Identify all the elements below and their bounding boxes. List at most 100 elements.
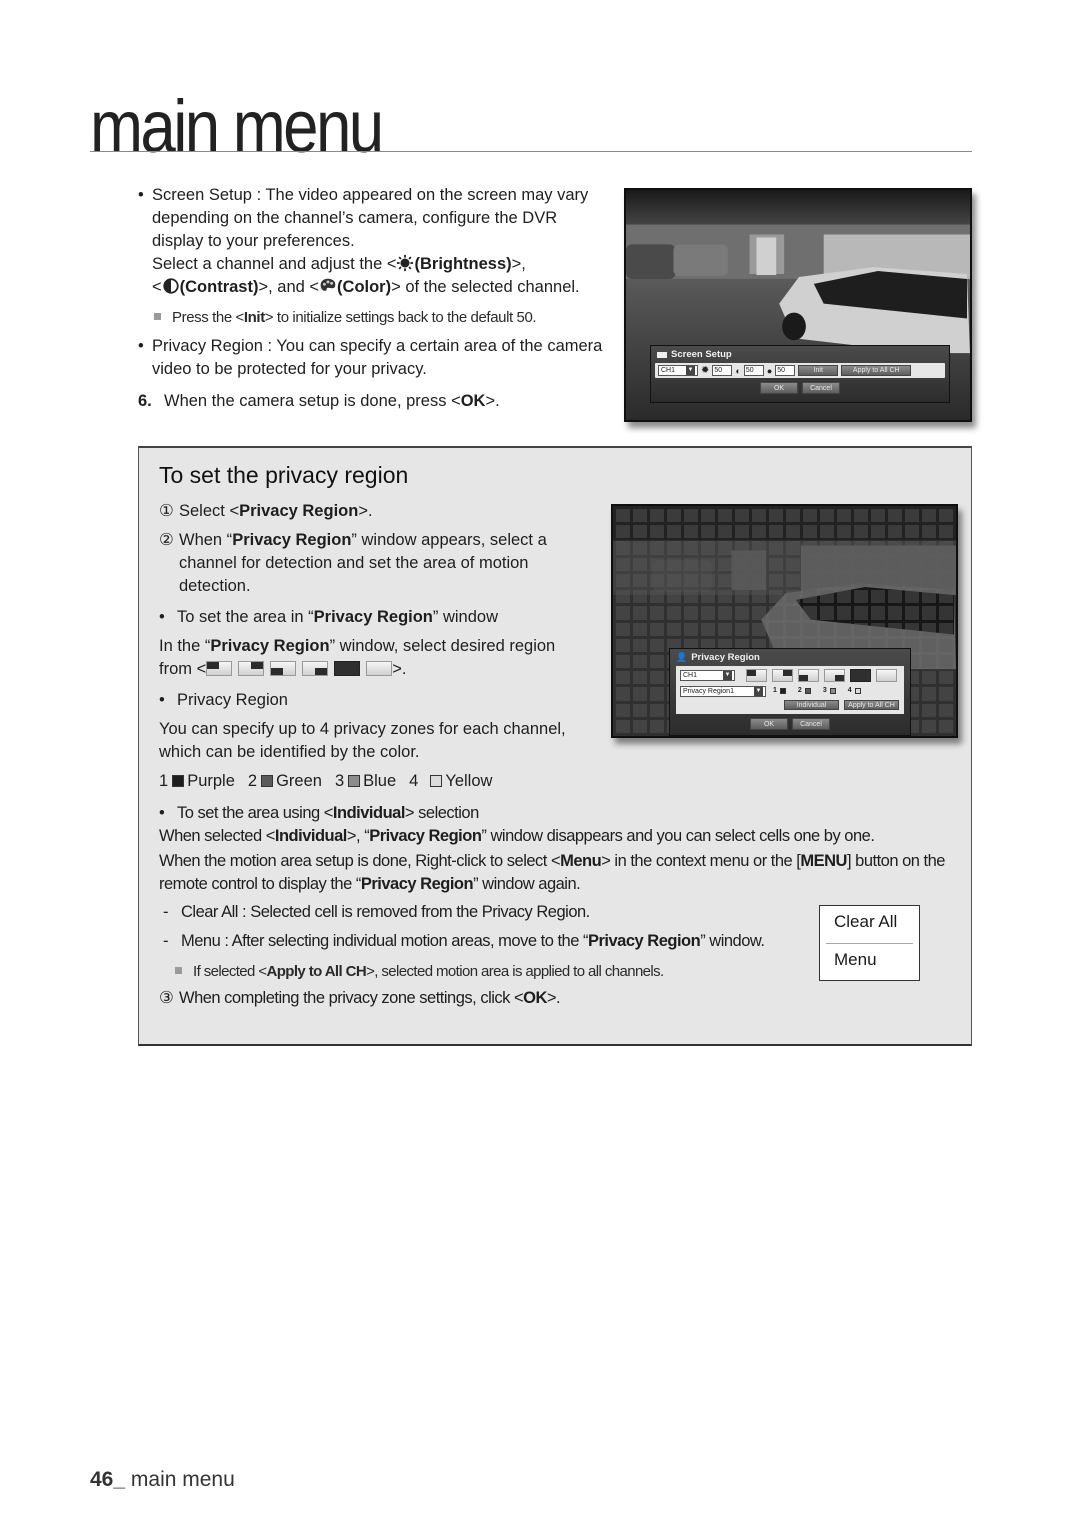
privacy-grid-cell[interactable] xyxy=(922,622,936,636)
privacy-grid-cell[interactable] xyxy=(939,671,953,685)
privacy-grid-cell[interactable] xyxy=(667,622,681,636)
privacy-grid-cell[interactable] xyxy=(786,573,800,588)
individual-button[interactable]: Individual xyxy=(784,700,839,710)
region-top-left-button[interactable] xyxy=(746,669,767,682)
privacy-grid-cell[interactable] xyxy=(939,687,953,701)
ok-button[interactable]: OK xyxy=(760,382,798,394)
privacy-grid-cell[interactable] xyxy=(769,622,783,636)
privacy-grid-cell[interactable] xyxy=(939,719,953,733)
privacy-grid-cell[interactable] xyxy=(650,590,664,604)
privacy-grid-cell[interactable] xyxy=(939,654,953,669)
privacy-grid-cell[interactable] xyxy=(922,687,936,701)
privacy-grid-cell[interactable] xyxy=(684,509,698,523)
privacy-grid-cell[interactable] xyxy=(684,622,698,636)
privacy-grid-cell[interactable] xyxy=(939,638,953,652)
privacy-grid-cell[interactable] xyxy=(922,703,936,717)
privacy-grid-cell[interactable] xyxy=(939,525,953,539)
privacy-grid-cell[interactable] xyxy=(837,606,851,620)
privacy-grid-cell[interactable] xyxy=(616,525,630,539)
context-menu-item-clear-all[interactable]: Clear All xyxy=(820,906,919,943)
privacy-grid-cell[interactable] xyxy=(667,541,681,555)
privacy-grid-cell[interactable] xyxy=(735,622,749,636)
privacy-grid-cell[interactable] xyxy=(633,622,647,636)
privacy-grid-cell[interactable] xyxy=(735,525,749,539)
privacy-grid-cell[interactable] xyxy=(854,509,868,523)
privacy-grid-cell[interactable] xyxy=(803,525,817,539)
privacy-grid-cell[interactable] xyxy=(854,573,868,588)
privacy-grid-cell[interactable] xyxy=(650,703,664,717)
privacy-grid-cell[interactable] xyxy=(803,622,817,636)
privacy-grid-cell[interactable] xyxy=(752,557,766,571)
privacy-grid-cell[interactable] xyxy=(684,541,698,555)
privacy-grid-cell[interactable] xyxy=(718,606,732,620)
privacy-grid-cell[interactable] xyxy=(820,541,834,555)
privacy-grid-cell[interactable] xyxy=(871,573,885,588)
privacy-grid-cell[interactable] xyxy=(888,590,902,604)
privacy-grid-cell[interactable] xyxy=(939,606,953,620)
privacy-grid-cell[interactable] xyxy=(633,509,647,523)
channel-select[interactable]: CH1 ▼ xyxy=(680,670,735,681)
privacy-grid-cell[interactable] xyxy=(752,622,766,636)
privacy-grid-cell[interactable] xyxy=(939,622,953,636)
privacy-grid-cell[interactable] xyxy=(633,590,647,604)
privacy-grid-cell[interactable] xyxy=(616,573,630,588)
privacy-grid-cell[interactable] xyxy=(650,573,664,588)
privacy-grid-cell[interactable] xyxy=(939,590,953,604)
privacy-grid-cell[interactable] xyxy=(786,557,800,571)
privacy-grid-cell[interactable] xyxy=(820,590,834,604)
privacy-grid-cell[interactable] xyxy=(888,557,902,571)
privacy-grid-cell[interactable] xyxy=(667,590,681,604)
privacy-grid-cell[interactable] xyxy=(633,703,647,717)
privacy-grid-cell[interactable] xyxy=(820,557,834,571)
privacy-grid-cell[interactable] xyxy=(633,719,647,733)
privacy-grid-cell[interactable] xyxy=(854,606,868,620)
privacy-grid-cell[interactable] xyxy=(701,573,715,588)
privacy-grid-cell[interactable] xyxy=(769,606,783,620)
privacy-grid-cell[interactable] xyxy=(752,573,766,588)
color-spinner[interactable]: 50 xyxy=(775,365,796,376)
privacy-grid-cell[interactable] xyxy=(786,590,800,604)
privacy-grid-cell[interactable] xyxy=(888,622,902,636)
privacy-grid-cell[interactable] xyxy=(718,509,732,523)
privacy-grid-cell[interactable] xyxy=(939,573,953,588)
privacy-grid-cell[interactable] xyxy=(752,509,766,523)
apply-to-all-ch-button[interactable]: Apply to All CH xyxy=(841,365,912,376)
privacy-grid-cell[interactable] xyxy=(922,590,936,604)
privacy-grid-cell[interactable] xyxy=(854,525,868,539)
privacy-grid-cell[interactable] xyxy=(871,606,885,620)
privacy-grid-cell[interactable] xyxy=(854,590,868,604)
privacy-grid-cell[interactable] xyxy=(922,525,936,539)
privacy-grid-cell[interactable] xyxy=(803,573,817,588)
privacy-grid-cell[interactable] xyxy=(905,541,919,555)
privacy-grid-cell[interactable] xyxy=(769,525,783,539)
privacy-grid-cell[interactable] xyxy=(905,573,919,588)
privacy-region-select[interactable]: Privacy Region1 ▼ xyxy=(680,686,766,697)
privacy-grid-cell[interactable] xyxy=(650,525,664,539)
privacy-grid-cell[interactable] xyxy=(616,606,630,620)
cancel-button[interactable]: Cancel xyxy=(792,718,830,730)
privacy-grid-cell[interactable] xyxy=(701,606,715,620)
privacy-grid-cell[interactable] xyxy=(650,654,664,669)
privacy-grid-cell[interactable] xyxy=(650,541,664,555)
privacy-grid-cell[interactable] xyxy=(616,719,630,733)
region-bottom-left-button[interactable] xyxy=(798,669,819,682)
privacy-grid-cell[interactable] xyxy=(905,525,919,539)
privacy-grid-cell[interactable] xyxy=(752,525,766,539)
privacy-grid-cell[interactable] xyxy=(667,573,681,588)
privacy-grid-cell[interactable] xyxy=(752,606,766,620)
privacy-grid-cell[interactable] xyxy=(905,622,919,636)
privacy-grid-cell[interactable] xyxy=(684,573,698,588)
privacy-grid-cell[interactable] xyxy=(650,606,664,620)
privacy-grid-cell[interactable] xyxy=(701,525,715,539)
privacy-grid-cell[interactable] xyxy=(735,541,749,555)
privacy-grid-cell[interactable] xyxy=(684,557,698,571)
privacy-grid-cell[interactable] xyxy=(786,622,800,636)
privacy-grid-cell[interactable] xyxy=(820,525,834,539)
privacy-grid-cell[interactable] xyxy=(667,557,681,571)
privacy-grid-cell[interactable] xyxy=(905,509,919,523)
privacy-grid-cell[interactable] xyxy=(616,509,630,523)
privacy-grid-cell[interactable] xyxy=(667,525,681,539)
privacy-grid-cell[interactable] xyxy=(922,606,936,620)
privacy-grid-cell[interactable] xyxy=(616,622,630,636)
privacy-grid-cell[interactable] xyxy=(871,509,885,523)
